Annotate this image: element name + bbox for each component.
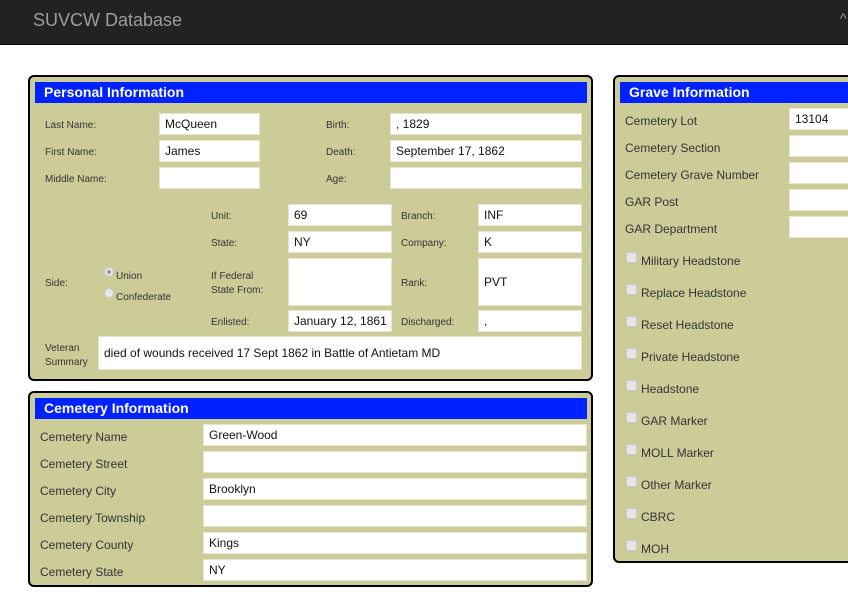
replace-headstone-label: Replace Headstone <box>641 286 747 300</box>
if-federal-label: If Federal <box>211 271 254 282</box>
side-union-label: Union <box>116 271 143 282</box>
cemetery-township-field[interactable] <box>203 505 587 527</box>
private-headstone-checkbox[interactable] <box>626 348 637 359</box>
cemetery-county-label: Cemetery County <box>40 538 134 552</box>
headstone-label: Headstone <box>641 382 700 396</box>
grave-information-panel: Grave Information Cemetery Lot 13104 Cem… <box>613 75 848 563</box>
enlisted-label: Enlisted: <box>211 317 250 328</box>
age-field[interactable] <box>390 167 582 189</box>
navbar-toggle-icon[interactable]: ^ <box>840 10 847 26</box>
birth-label: Birth: <box>326 120 350 131</box>
cemetery-information-panel: Cemetery Information Cemetery Name Green… <box>28 391 593 587</box>
first-name-field[interactable]: James <box>159 140 260 162</box>
cemetery-section-field[interactable] <box>789 135 848 157</box>
gar-department-label: GAR Department <box>625 222 718 236</box>
death-label: Death: <box>326 147 356 158</box>
enlisted-field[interactable]: January 12, 1861 <box>288 310 392 332</box>
middle-name-field[interactable] <box>159 167 260 189</box>
cemetery-state-label: Cemetery State <box>40 565 124 579</box>
cemetery-street-field[interactable] <box>203 451 587 473</box>
moh-checkbox[interactable] <box>626 540 637 551</box>
cbrc-label: CBRC <box>641 510 676 524</box>
replace-headstone-checkbox[interactable] <box>626 284 637 295</box>
cemetery-township-label: Cemetery Township <box>40 511 146 525</box>
discharged-label: Discharged: <box>401 317 455 328</box>
cemetery-county-field[interactable]: Kings <box>203 532 587 554</box>
cemetery-lot-label: Cemetery Lot <box>625 114 698 128</box>
reset-headstone-label: Reset Headstone <box>641 318 734 332</box>
last-name-label: Last Name: <box>45 120 97 131</box>
cemetery-section-label: Cemetery Section <box>625 141 721 155</box>
if-federal-state-from-field[interactable] <box>288 258 392 306</box>
company-label: Company: <box>401 238 447 249</box>
veteran-summary-field[interactable]: died of wounds received 17 Sept 1862 in … <box>98 336 582 370</box>
cemetery-state-field[interactable]: NY <box>203 559 587 581</box>
side-union-radio[interactable] <box>104 267 114 277</box>
gar-marker-checkbox[interactable] <box>626 412 637 423</box>
military-headstone-label: Military Headstone <box>641 254 741 268</box>
branch-label: Branch: <box>401 211 436 222</box>
headstone-checkbox[interactable] <box>626 380 637 391</box>
summary-label: Summary <box>45 357 88 368</box>
middle-name-label: Middle Name: <box>45 174 107 185</box>
grave-information-header: Grave Information <box>620 82 848 103</box>
moh-label: MOH <box>641 542 669 556</box>
cbrc-checkbox[interactable] <box>626 508 637 519</box>
side-confederate-label: Confederate <box>116 292 172 303</box>
company-field[interactable]: K <box>478 231 582 253</box>
first-name-label: First Name: <box>45 147 97 158</box>
cemetery-grave-number-label: Cemetery Grave Number <box>625 168 760 182</box>
gar-post-label: GAR Post <box>625 195 679 209</box>
cemetery-city-label: Cemetery City <box>40 484 117 498</box>
side-label: Side: <box>45 278 68 289</box>
veteran-label: Veteran <box>45 343 80 354</box>
moll-marker-checkbox[interactable] <box>626 444 637 455</box>
rank-field[interactable]: PVT <box>478 258 582 306</box>
gar-marker-label: GAR Marker <box>641 414 708 428</box>
side-confederate-radio[interactable] <box>104 288 114 298</box>
unit-label: Unit: <box>211 211 232 222</box>
branch-field[interactable]: INF <box>478 204 582 226</box>
personal-information-header: Personal Information <box>35 82 587 103</box>
moll-marker-label: MOLL Marker <box>641 446 714 460</box>
state-field[interactable]: NY <box>288 231 392 253</box>
cemetery-street-label: Cemetery Street <box>40 457 128 471</box>
cemetery-grave-number-field[interactable] <box>789 162 848 184</box>
birth-field[interactable]: , 1829 <box>390 113 582 135</box>
gar-department-field[interactable] <box>789 216 848 238</box>
cemetery-lot-field[interactable]: 13104 <box>789 108 848 130</box>
unit-field[interactable]: 69 <box>288 204 392 226</box>
cemetery-information-header: Cemetery Information <box>35 398 587 419</box>
navbar: SUVCW Database ^ <box>0 0 848 45</box>
age-label: Age: <box>326 174 347 185</box>
state-label: State: <box>211 238 238 249</box>
other-marker-label: Other Marker <box>641 478 712 492</box>
last-name-field[interactable]: McQueen <box>159 113 260 135</box>
other-marker-checkbox[interactable] <box>626 476 637 487</box>
reset-headstone-checkbox[interactable] <box>626 316 637 327</box>
private-headstone-label: Private Headstone <box>641 350 740 364</box>
cemetery-name-label: Cemetery Name <box>40 430 128 444</box>
app-title[interactable]: SUVCW Database <box>33 10 182 31</box>
state-from-label: State From: <box>211 285 264 296</box>
personal-information-panel: Personal Information Last Name: McQueen … <box>28 75 593 381</box>
cemetery-name-field[interactable]: Green-Wood <box>203 424 587 446</box>
gar-post-field[interactable] <box>789 189 848 211</box>
cemetery-city-field[interactable]: Brooklyn <box>203 478 587 500</box>
discharged-field[interactable]: , <box>478 310 582 332</box>
military-headstone-checkbox[interactable] <box>626 252 637 263</box>
death-field[interactable]: September 17, 1862 <box>390 140 582 162</box>
rank-label: Rank: <box>401 278 428 289</box>
